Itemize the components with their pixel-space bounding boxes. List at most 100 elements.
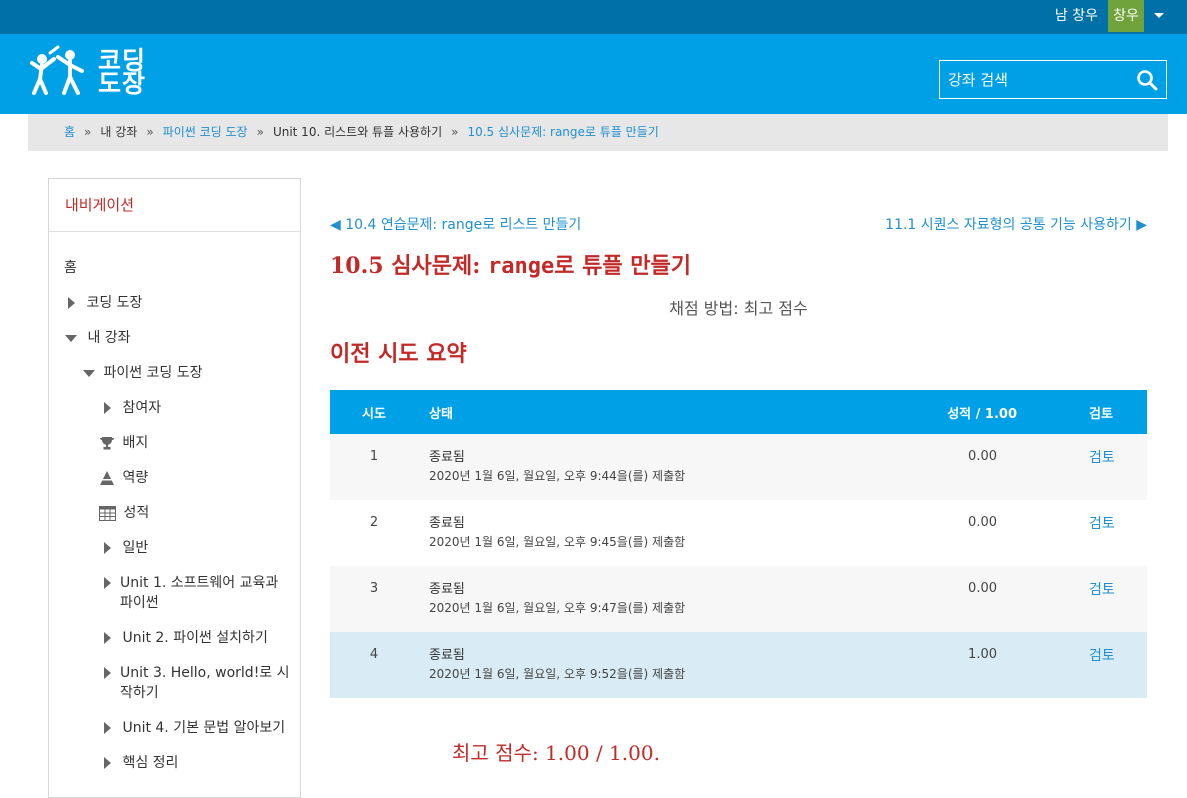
logo-text-line2: 도장 — [98, 69, 147, 98]
course-search-input[interactable] — [940, 61, 1130, 98]
nav-item-label: 파이썬 코딩 도장 — [103, 365, 203, 381]
header-attempt: 시도 — [362, 407, 386, 422]
trophy-icon — [100, 437, 114, 450]
nav-item-unit4[interactable]: Unit 4. 기본 문법 알아보기 — [104, 718, 285, 738]
breadcrumb: 홈 » 내 강좌 » 파이썬 코딩 도장 » Unit 10. 리스트와 튜플 사용하기 » 1… — [28, 114, 1168, 151]
nav-item-label: 홈 — [64, 260, 77, 276]
nav-item-label: 참여자 — [122, 400, 162, 416]
page-title: 10.5 심사문제: range로 튜플 만들기 — [330, 248, 691, 280]
next-activity-link[interactable]: 11.1 시퀀스 자료형의 공통 기능 사용하기 ▶ — [885, 214, 1147, 234]
nav-item-label: 역량 — [122, 470, 149, 486]
nav-item-participants[interactable]: 참여자 — [104, 398, 161, 418]
page-title-prefix: 10.5 심사문제: — [330, 253, 488, 279]
nav-item-unit1[interactable]: Unit 1. 소프트웨어 교육과 파이썬 — [104, 573, 278, 611]
attempt-state: 종료됨 — [429, 516, 465, 531]
chevron-right-icon — [104, 577, 111, 589]
review-link[interactable]: 검토 — [1089, 579, 1115, 599]
table-header: 시도 상태 성적 / 1.00 검토 — [330, 390, 1147, 434]
header-state: 상태 — [429, 407, 453, 422]
nav-item-label: 핵심 정리 — [122, 755, 179, 771]
attempt-state: 종료됨 — [429, 648, 465, 663]
nav-item-label: 내 강좌 — [87, 330, 131, 346]
breadcrumb-home[interactable]: 홈 — [64, 125, 75, 139]
attempt-number: 3 — [369, 581, 379, 596]
page-title-code: range — [487, 254, 555, 279]
search-icon[interactable] — [1136, 69, 1158, 91]
chevron-right-icon — [104, 402, 111, 414]
nav-item-unit2[interactable]: Unit 2. 파이썬 설치하기 — [104, 628, 268, 648]
attempt-number: 2 — [369, 515, 379, 530]
previous-activity-link[interactable]: ◀ 10.4 연습문제: range로 리스트 만들기 — [330, 214, 581, 234]
chevron-right-icon — [104, 722, 111, 734]
nav-item-badges[interactable]: 배지 — [99, 433, 148, 453]
breadcrumb-separator-icon: » — [256, 125, 264, 139]
nav-item-label: 배지 — [122, 435, 149, 451]
grading-method: 채점 방법: 최고 점수 — [669, 299, 808, 318]
attempt-grade: 0.00 — [968, 449, 997, 464]
user-name[interactable]: 남 창우 — [1055, 0, 1098, 34]
breadcrumb-separator-icon: » — [84, 125, 92, 139]
nav-item-label: Unit 2. 파이썬 설치하기 — [122, 630, 268, 646]
site-logo[interactable]: 코딩 도장 — [28, 44, 146, 100]
top-bar: 남 창우 창우 — [0, 0, 1187, 34]
chevron-right-icon — [104, 542, 111, 554]
chevron-right-icon — [104, 632, 111, 644]
competency-icon — [100, 471, 114, 485]
nav-item-home[interactable]: 홈 — [64, 258, 77, 278]
attempt-submitted: 2020년 1월 6일, 월요일, 오후 9:45을(를) 제출함 — [429, 535, 686, 549]
table-row: 1 종료됨 2020년 1월 6일, 월요일, 오후 9:44을(를) 제출함 … — [330, 434, 1147, 500]
attempt-number: 4 — [369, 647, 379, 662]
nav-item-general[interactable]: 일반 — [104, 538, 148, 558]
navigation-title: 내비게이션 — [49, 179, 300, 232]
best-score: 최고 점수: 1.00 / 1.00. — [452, 741, 660, 765]
nav-item-python-course[interactable]: 파이썬 코딩 도장 — [83, 363, 203, 383]
nav-item-my-courses[interactable]: 내 강좌 — [65, 328, 131, 348]
header-review: 검토 — [1089, 407, 1113, 422]
header-grade: 성적 / 1.00 — [947, 407, 1017, 422]
nav-item-coding-dojang[interactable]: 코딩 도장 — [68, 293, 142, 313]
nav-item-unit3[interactable]: Unit 3. Hello, world!로 시 작하기 — [104, 663, 290, 701]
breadcrumb-current[interactable]: 10.5 심사문제: range로 튜플 만들기 — [467, 125, 658, 139]
nav-item-label: Unit 1. 소프트웨어 교육과 — [120, 575, 279, 591]
chevron-right-icon — [104, 757, 111, 769]
table-icon — [99, 505, 116, 521]
table-row: 2 종료됨 2020년 1월 6일, 월요일, 오후 9:45을(를) 제출함 … — [330, 500, 1147, 566]
review-link[interactable]: 검토 — [1089, 645, 1115, 665]
logo-text: 코딩 도장 — [98, 48, 147, 98]
nav-item-label: 코딩 도장 — [86, 295, 143, 311]
navigation-block: 내비게이션 홈 코딩 도장 내 강좌 파이썬 코딩 도장 참여자 배지 역량 성… — [48, 178, 301, 798]
nav-item-grades[interactable]: 성적 — [99, 503, 149, 523]
table-row: 3 종료됨 2020년 1월 6일, 월요일, 오후 9:47을(를) 제출함 … — [330, 566, 1147, 632]
page-title-suffix: 로 튜플 만들기 — [554, 253, 691, 279]
breadcrumb-unit[interactable]: Unit 10. 리스트와 튜플 사용하기 — [273, 125, 442, 139]
table-row-best: 4 종료됨 2020년 1월 6일, 월요일, 오후 9:52을(를) 제출함 … — [330, 632, 1147, 698]
nav-item-summary[interactable]: 핵심 정리 — [104, 753, 178, 773]
attempts-summary-title: 이전 시도 요약 — [330, 341, 467, 367]
attempt-grade: 0.00 — [968, 515, 997, 530]
nav-item-label: 일반 — [122, 540, 149, 556]
review-link[interactable]: 검토 — [1089, 513, 1115, 533]
breadcrumb-separator-icon: » — [451, 125, 459, 139]
review-link[interactable]: 검토 — [1089, 447, 1115, 467]
user-menu-caret-icon[interactable] — [1154, 13, 1164, 18]
avatar[interactable]: 창우 — [1108, 0, 1144, 32]
chevron-right-icon — [68, 297, 75, 309]
chevron-right-icon — [104, 667, 111, 679]
nav-item-label-continued: 파이썬 — [120, 595, 159, 611]
attempt-submitted: 2020년 1월 6일, 월요일, 오후 9:44을(를) 제출함 — [429, 469, 686, 483]
attempt-submitted: 2020년 1월 6일, 월요일, 오후 9:47을(를) 제출함 — [429, 601, 686, 615]
nav-item-label: Unit 3. Hello, world!로 시 — [120, 665, 290, 681]
breadcrumb-separator-icon: » — [146, 125, 154, 139]
nav-item-label: Unit 4. 기본 문법 알아보기 — [122, 720, 286, 736]
breadcrumb-course[interactable]: 파이썬 코딩 도장 — [163, 125, 248, 139]
chevron-down-icon — [83, 369, 95, 377]
logo-figures-icon — [30, 45, 84, 95]
nav-item-label: 성적 — [123, 505, 150, 521]
attempt-grade: 1.00 — [968, 647, 997, 662]
attempt-submitted: 2020년 1월 6일, 월요일, 오후 9:52을(를) 제출함 — [429, 667, 686, 681]
nav-item-competencies[interactable]: 역량 — [99, 468, 148, 488]
breadcrumb-my-courses: 내 강좌 — [100, 125, 138, 139]
attempt-grade: 0.00 — [968, 581, 997, 596]
site-header: 코딩 도장 — [0, 34, 1187, 114]
course-search — [939, 60, 1167, 99]
